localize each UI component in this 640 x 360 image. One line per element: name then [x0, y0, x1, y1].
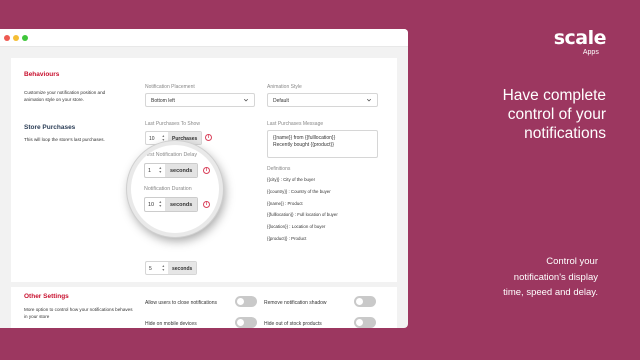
- toggle-label: Hide on mobile devices: [145, 321, 197, 327]
- store-purchases-desc: This will loop the store's last purchase…: [24, 137, 105, 142]
- window-titlebar: [0, 29, 408, 47]
- brand-logo: scale Apps: [553, 27, 607, 56]
- definition-item: {{product}} : Product: [267, 235, 307, 241]
- headline-line: control of your: [507, 106, 606, 123]
- animation-label: Animation Style: [267, 84, 302, 90]
- subline: Control your notification's display time…: [438, 254, 598, 301]
- placement-label: Notification Placement: [145, 84, 195, 90]
- headline: Have complete control of your notificati…: [436, 86, 606, 143]
- subline-line: Control your: [546, 256, 598, 267]
- third-value-box[interactable]: 5 ▲ ▼: [146, 262, 168, 274]
- hide-out-of-stock-toggle[interactable]: [354, 317, 376, 328]
- message-label: Last Purchases Message: [267, 121, 324, 127]
- other-settings-card: Other Settings More option to control ho…: [11, 287, 397, 328]
- spinner-arrows-icon[interactable]: ▲ ▼: [158, 200, 162, 208]
- definition-item: {{fulllocation}} : Full location of buye…: [267, 212, 338, 218]
- duration-value: 10: [148, 202, 155, 208]
- info-icon[interactable]: i: [203, 167, 210, 174]
- placement-value: Bottom left: [151, 98, 175, 104]
- definition-item: {{location}} : Location of buyer: [267, 224, 326, 230]
- brand-name: scale: [553, 27, 607, 49]
- brand-sub: Apps: [582, 49, 599, 56]
- first-delay-value-box[interactable]: 1 ▲ ▼: [145, 164, 165, 177]
- toggle-label: Hide out of stock products: [264, 321, 322, 327]
- placement-select[interactable]: Bottom left: [145, 93, 255, 107]
- first-delay-stepper[interactable]: 1 ▲ ▼ seconds: [144, 163, 199, 178]
- last-purchases-value: 10: [149, 136, 155, 142]
- animation-value: Default: [273, 98, 289, 104]
- definitions-list: {{city}} : City of the buyer {{country}}…: [267, 177, 338, 248]
- first-delay-value: 1: [148, 168, 152, 174]
- definition-item: {{country}} : Country of the buyer: [267, 188, 331, 194]
- other-settings-title: Other Settings: [24, 293, 69, 300]
- info-icon[interactable]: i: [205, 134, 212, 141]
- minimize-window-dot[interactable]: [13, 35, 19, 41]
- info-icon[interactable]: i: [203, 201, 210, 208]
- message-textarea[interactable]: {{name}} from {{fulllocation}} Recently …: [267, 130, 378, 158]
- definition-item: {{city}} : City of the buyer: [267, 177, 316, 182]
- spinner-arrows-icon[interactable]: ▲ ▼: [162, 264, 165, 272]
- close-notifications-toggle[interactable]: [235, 296, 257, 307]
- first-delay-unit: seconds: [165, 164, 198, 177]
- store-purchases-title: Store Purchases: [24, 124, 76, 131]
- message-line: Recently bought {{product}}: [273, 142, 334, 148]
- magnifier-lens: First Notification Delay 1 ▲ ▼ seconds i N…: [127, 141, 223, 237]
- remove-shadow-toggle[interactable]: [354, 296, 376, 307]
- other-settings-desc: More option to control how your notifica…: [24, 307, 133, 319]
- duration-stepper[interactable]: 10 ▲ ▼ seconds: [144, 197, 199, 212]
- chevron-down-icon: [243, 98, 249, 102]
- headline-line: Have complete: [502, 87, 606, 104]
- toggle-label: Remove notification shadow: [264, 300, 327, 306]
- animation-select[interactable]: Default: [267, 93, 378, 107]
- definition-item: {{name}} : Product: [267, 200, 303, 206]
- toggle-label: Allow users to close notifications: [145, 300, 217, 306]
- chevron-down-icon: [366, 98, 372, 102]
- subline-line: time, speed and delay.: [503, 287, 598, 298]
- third-stepper[interactable]: 5 ▲ ▼ seconds: [145, 261, 198, 275]
- last-purchases-label: Last Purchases To Show: [145, 121, 200, 127]
- maximize-window-dot[interactable]: [22, 35, 28, 41]
- close-window-dot[interactable]: [4, 35, 10, 41]
- spinner-arrows-icon[interactable]: ▲ ▼: [162, 134, 165, 142]
- duration-unit: seconds: [165, 198, 198, 211]
- spinner-arrows-icon[interactable]: ▲ ▼: [158, 166, 162, 174]
- third-unit: seconds: [168, 262, 197, 274]
- duration-label: Notification Duration: [144, 186, 192, 192]
- behaviours-title: Behaviours: [24, 71, 60, 78]
- subline-line: notification's display: [513, 271, 598, 283]
- hide-mobile-toggle[interactable]: [235, 317, 257, 328]
- duration-value-box[interactable]: 10 ▲ ▼: [145, 198, 165, 211]
- message-line: {{name}} from {{fulllocation}}: [273, 135, 336, 141]
- behaviours-desc: Customize your notification position and…: [24, 90, 106, 102]
- definitions-title: Definitions: [267, 166, 291, 172]
- first-delay-label: First Notification Delay: [144, 152, 197, 158]
- headline-line: notifications: [524, 125, 606, 142]
- third-value: 5: [149, 266, 152, 272]
